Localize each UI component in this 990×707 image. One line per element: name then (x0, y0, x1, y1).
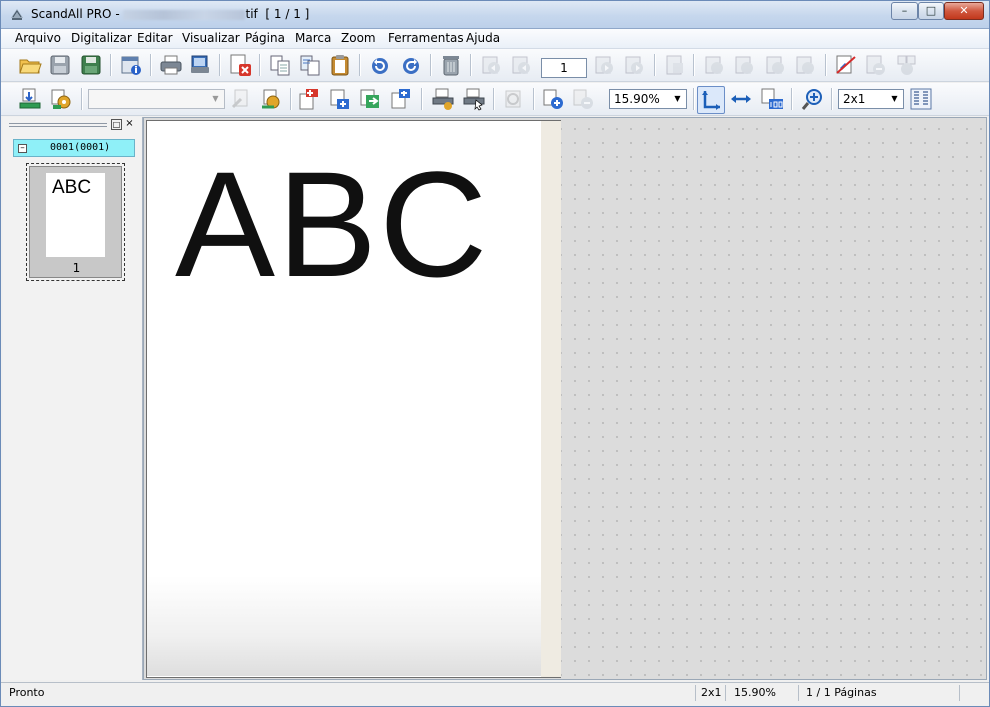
status-pages: 1 / 1 Páginas (806, 686, 877, 699)
panel-close-button[interactable]: × (124, 119, 135, 130)
zoom-icon[interactable] (800, 87, 824, 111)
insert-after-icon[interactable] (328, 87, 352, 111)
title-bar: ScandAll PRO - tif [ 1 / 1 ] – □ ✕ (1, 1, 989, 29)
file-extension: tif (245, 7, 258, 21)
profile-select[interactable]: ▼ (88, 89, 225, 109)
append-page-icon[interactable] (389, 87, 413, 111)
chevron-down-icon: ▼ (212, 94, 219, 103)
previous-page-icon[interactable] (510, 53, 534, 77)
page-number-input[interactable]: 1 (541, 58, 587, 78)
chevron-down-icon: ▼ (891, 94, 898, 103)
print-preview-icon[interactable] (189, 53, 213, 77)
rotate-right-icon[interactable] (399, 53, 423, 77)
page-edge-strip (541, 121, 561, 677)
thumbnail-page: ABC (46, 173, 105, 257)
document-tree-node[interactable]: – 0001(0001) (13, 139, 135, 157)
page-size-icon[interactable] (663, 53, 687, 77)
layout-select[interactable]: 2x1 ▼ (838, 89, 904, 109)
app-name: ScandAll PRO - (31, 7, 120, 21)
status-layout: 2x1 (701, 686, 722, 699)
zoom-out-page-icon[interactable] (571, 87, 595, 111)
title-page-indicator: [ 1 / 1 ] (265, 7, 310, 21)
last-page-icon[interactable] (623, 53, 647, 77)
zoom-select[interactable]: 15.90% ▼ (609, 89, 687, 109)
zoom-in-page-icon[interactable] (541, 87, 565, 111)
thumbnail-number: 1 (72, 261, 81, 275)
insert-before-icon[interactable] (297, 87, 321, 111)
status-zoom: 15.90% (734, 686, 776, 699)
clipboard-icon[interactable] (328, 53, 352, 77)
panel-grip[interactable] (9, 123, 107, 127)
main-toolbar: 1 (1, 49, 989, 82)
first-page-icon[interactable] (480, 53, 504, 77)
thumbnail-text: ABC (52, 177, 92, 198)
menu-pagina[interactable]: Página (245, 31, 285, 45)
zoom-select-value: 15.90% (614, 92, 660, 106)
menu-marca[interactable]: Marca (295, 31, 331, 45)
fit-height-icon[interactable] (697, 86, 725, 114)
minimize-button[interactable]: – (891, 2, 918, 20)
paste-page-icon[interactable] (298, 53, 322, 77)
edit-mark-icon[interactable] (834, 53, 858, 77)
fit-width-icon[interactable] (729, 87, 753, 111)
status-text: Pronto (9, 686, 45, 699)
save-as-icon[interactable] (79, 53, 103, 77)
recycle-bin-icon[interactable] (439, 53, 463, 77)
close-button[interactable]: ✕ (944, 2, 984, 20)
menu-digitalizar[interactable]: Digitalizar (71, 31, 132, 45)
properties-icon[interactable] (119, 53, 143, 77)
remove-mark-icon[interactable] (864, 53, 888, 77)
rotate-left-icon[interactable] (368, 53, 392, 77)
print-icon[interactable] (159, 53, 183, 77)
page-grid-icon[interactable] (909, 87, 933, 111)
menu-visualizar[interactable]: Visualizar (182, 31, 240, 45)
scan-toolbar: ▼ 15.90% ▼ 2x1 ▼ (1, 83, 989, 116)
mark-previous-icon[interactable] (733, 53, 757, 77)
remove-all-marks-icon[interactable] (895, 53, 919, 77)
mark-first-icon[interactable] (703, 53, 727, 77)
menu-ajuda[interactable]: Ajuda (466, 31, 500, 45)
layout-select-value: 2x1 (843, 92, 866, 106)
print-job-icon[interactable] (229, 87, 253, 111)
scan-batch-icon[interactable] (431, 87, 455, 111)
document-viewer[interactable]: ABC (143, 117, 987, 680)
copy-page-icon[interactable] (268, 53, 292, 77)
menu-bar: Arquivo Digitalizar Editar Visualizar Pá… (1, 29, 989, 49)
page-thumbnail[interactable]: ABC 1 (26, 163, 125, 281)
application-window: ScandAll PRO - tif [ 1 / 1 ] – □ ✕ Arqui… (0, 0, 990, 707)
actual-size-icon[interactable] (760, 87, 784, 111)
maximize-button[interactable]: □ (918, 2, 944, 20)
close-document-icon[interactable] (228, 53, 252, 77)
page-scan-shadow (147, 576, 541, 676)
window-title: ScandAll PRO - tif [ 1 / 1 ] (31, 7, 309, 21)
thumbnail-frame: ABC 1 (29, 166, 122, 278)
scan-icon[interactable] (18, 87, 42, 111)
thumbnail-panel: □ × – 0001(0001) ABC 1 (3, 117, 143, 680)
ocr-icon[interactable] (501, 87, 525, 111)
panel-float-button[interactable]: □ (111, 119, 122, 130)
menu-ferramentas[interactable]: Ferramentas (388, 31, 464, 45)
menu-editar[interactable]: Editar (137, 31, 173, 45)
page-image[interactable]: ABC (146, 120, 561, 678)
scan-select-icon[interactable] (462, 87, 486, 111)
document-node-label: 0001(0001) (50, 142, 111, 153)
mark-next-icon[interactable] (764, 53, 788, 77)
status-bar: Pronto 2x1 15.90% 1 / 1 Páginas (1, 682, 989, 702)
menu-zoom[interactable]: Zoom (341, 31, 376, 45)
app-icon (11, 9, 23, 20)
scan-settings-icon[interactable] (49, 87, 73, 111)
scanner-settings-icon[interactable] (259, 87, 283, 111)
menu-arquivo[interactable]: Arquivo (15, 31, 61, 45)
page-text: ABC (175, 140, 490, 308)
next-page-icon[interactable] (593, 53, 617, 77)
file-path-blurred (123, 9, 246, 20)
open-folder-icon[interactable] (18, 53, 42, 77)
chevron-down-icon: ▼ (674, 94, 681, 103)
mark-last-icon[interactable] (794, 53, 818, 77)
replace-page-icon[interactable] (358, 87, 382, 111)
save-icon[interactable] (48, 53, 72, 77)
collapse-toggle[interactable]: – (18, 144, 27, 153)
